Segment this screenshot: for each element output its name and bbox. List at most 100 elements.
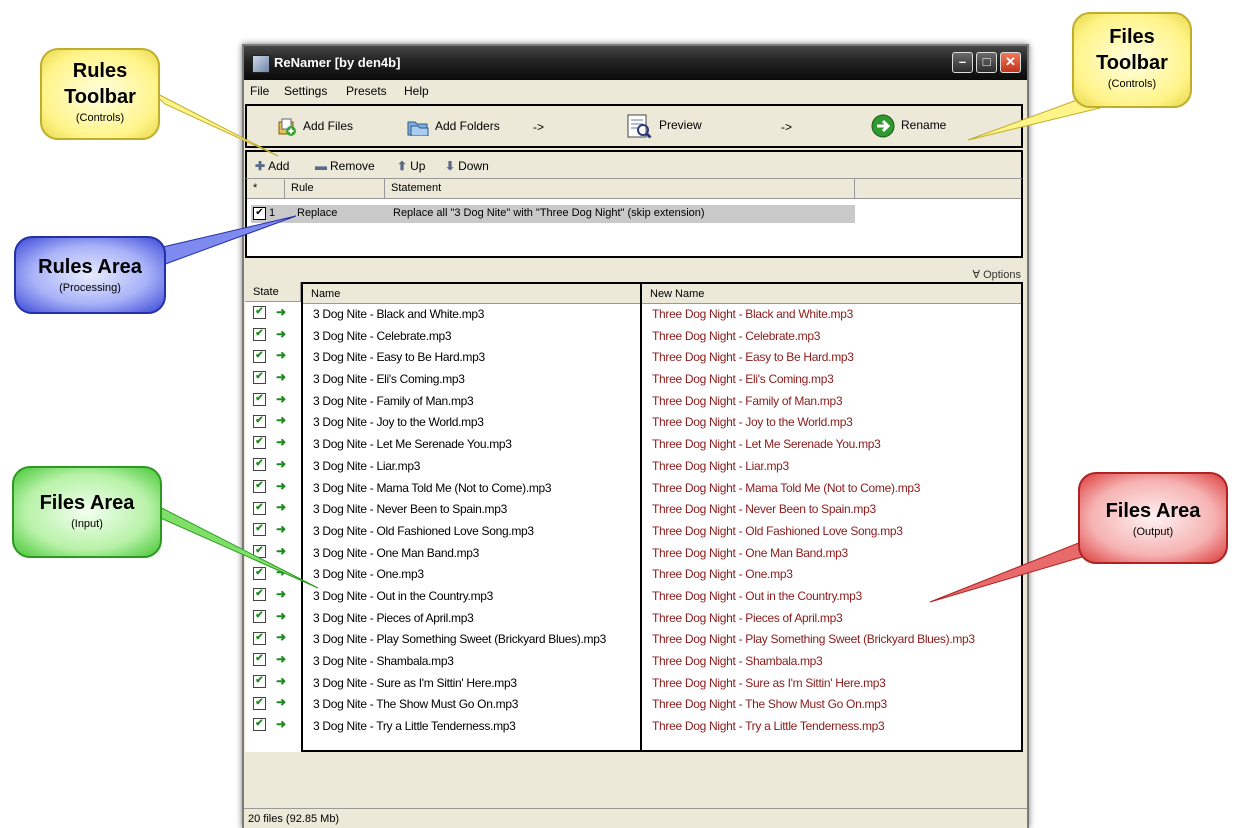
file-checkbox[interactable]: ✔ — [253, 696, 266, 710]
file-new-name-cell[interactable]: Three Dog Night - Black and White.mp3 — [642, 304, 1021, 326]
file-checkbox[interactable]: ✔ — [253, 393, 266, 407]
file-name-cell[interactable]: 3 Dog Nite - Easy to Be Hard.mp3 — [303, 347, 640, 369]
file-checkbox[interactable]: ✔ — [253, 588, 266, 602]
file-name-cell[interactable]: 3 Dog Nite - One.mp3 — [303, 564, 640, 586]
files-header-state[interactable]: State — [245, 282, 301, 302]
file-state[interactable]: ✔ ➜ — [245, 714, 301, 736]
file-new-name-cell[interactable]: Three Dog Night - Joy to the World.mp3 — [642, 412, 1021, 434]
file-state[interactable]: ✔ ➜ — [245, 389, 301, 411]
add-folders-button[interactable]: Add Folders — [407, 118, 500, 136]
file-new-name-cell[interactable]: Three Dog Night - Sure as I'm Sittin' He… — [642, 673, 1021, 695]
maximize-button[interactable]: □ — [976, 52, 997, 73]
file-name-cell[interactable]: 3 Dog Nite - The Show Must Go On.mp3 — [303, 694, 640, 716]
preview-button[interactable]: Preview — [625, 112, 702, 140]
file-checkbox[interactable]: ✔ — [253, 544, 266, 558]
files-header-name[interactable]: Name — [303, 284, 640, 304]
add-files-button[interactable]: Add Files — [277, 118, 353, 136]
file-state[interactable]: ✔ ➜ — [245, 454, 301, 476]
close-button[interactable]: ✕ — [1000, 52, 1021, 73]
file-new-name-cell[interactable]: Three Dog Night - Liar.mp3 — [642, 456, 1021, 478]
file-new-name-cell[interactable]: Three Dog Night - Try a Little Tendernes… — [642, 716, 1021, 738]
file-name-cell[interactable]: 3 Dog Nite - One Man Band.mp3 — [303, 543, 640, 565]
minimize-button[interactable]: – — [952, 52, 973, 73]
file-state[interactable]: ✔ ➜ — [245, 367, 301, 389]
file-state[interactable]: ✔ ➜ — [245, 302, 301, 324]
file-name-cell[interactable]: 3 Dog Nite - Sure as I'm Sittin' Here.mp… — [303, 673, 640, 695]
file-state[interactable]: ✔ ➜ — [245, 692, 301, 714]
file-state[interactable]: ✔ ➜ — [245, 562, 301, 584]
file-new-name-cell[interactable]: Three Dog Night - Old Fashioned Love Son… — [642, 521, 1021, 543]
file-state[interactable]: ✔ ➜ — [245, 432, 301, 454]
file-checkbox[interactable]: ✔ — [253, 631, 266, 645]
file-checkbox[interactable]: ✔ — [253, 371, 266, 385]
file-new-name-cell[interactable]: Three Dog Night - Pieces of April.mp3 — [642, 608, 1021, 630]
rename-button[interactable]: Rename — [871, 114, 946, 138]
file-name-cell[interactable]: 3 Dog Nite - Old Fashioned Love Song.mp3 — [303, 521, 640, 543]
file-state[interactable]: ✔ ➜ — [245, 324, 301, 346]
rules-header-statement[interactable]: Statement — [385, 179, 855, 199]
file-state[interactable]: ✔ ➜ — [245, 345, 301, 367]
file-name-cell[interactable]: 3 Dog Nite - Liar.mp3 — [303, 456, 640, 478]
file-name-cell[interactable]: 3 Dog Nite - Shambala.mp3 — [303, 651, 640, 673]
file-new-name-cell[interactable]: Three Dog Night - Mama Told Me (Not to C… — [642, 478, 1021, 500]
file-checkbox[interactable]: ✔ — [253, 653, 266, 667]
file-name-cell[interactable]: 3 Dog Nite - Let Me Serenade You.mp3 — [303, 434, 640, 456]
file-name-cell[interactable]: 3 Dog Nite - Try a Little Tenderness.mp3 — [303, 716, 640, 738]
file-state[interactable]: ✔ ➜ — [245, 627, 301, 649]
file-new-name-cell[interactable]: Three Dog Night - One.mp3 — [642, 564, 1021, 586]
file-new-name-cell[interactable]: Three Dog Night - Celebrate.mp3 — [642, 326, 1021, 348]
file-state[interactable]: ✔ ➜ — [245, 649, 301, 671]
move-up-button[interactable]: ⬆ Up — [397, 159, 425, 173]
file-name-cell[interactable]: 3 Dog Nite - Never Been to Spain.mp3 — [303, 499, 640, 521]
file-name-cell[interactable]: 3 Dog Nite - Pieces of April.mp3 — [303, 608, 640, 630]
file-checkbox[interactable]: ✔ — [253, 675, 266, 689]
file-checkbox[interactable]: ✔ — [253, 609, 266, 623]
file-name-cell[interactable]: 3 Dog Nite - Eli's Coming.mp3 — [303, 369, 640, 391]
file-state[interactable]: ✔ ➜ — [245, 476, 301, 498]
file-new-name-cell[interactable]: Three Dog Night - Easy to Be Hard.mp3 — [642, 347, 1021, 369]
file-checkbox[interactable]: ✔ — [253, 414, 266, 428]
splitter-bar[interactable]: ∀ Options — [244, 258, 1027, 282]
add-rule-button[interactable]: ✚ Add — [255, 159, 289, 173]
rule-enabled-checkbox[interactable]: ✔ — [253, 207, 266, 220]
file-new-name-cell[interactable]: Three Dog Night - Out in the Country.mp3 — [642, 586, 1021, 608]
file-checkbox[interactable]: ✔ — [253, 479, 266, 493]
move-down-button[interactable]: ⬇ Down — [445, 159, 489, 173]
files-header-new-name[interactable]: New Name — [642, 284, 1021, 304]
file-checkbox[interactable]: ✔ — [253, 566, 266, 580]
file-checkbox[interactable]: ✔ — [253, 306, 266, 320]
file-name-cell[interactable]: 3 Dog Nite - Play Something Sweet (Brick… — [303, 629, 640, 651]
file-new-name-cell[interactable]: Three Dog Night - The Show Must Go On.mp… — [642, 694, 1021, 716]
file-new-name-cell[interactable]: Three Dog Night - Never Been to Spain.mp… — [642, 499, 1021, 521]
file-new-name-cell[interactable]: Three Dog Night - Play Something Sweet (… — [642, 629, 1021, 651]
menu-settings[interactable]: Settings — [284, 84, 327, 98]
file-checkbox[interactable]: ✔ — [253, 718, 266, 732]
file-name-cell[interactable]: 3 Dog Nite - Out in the Country.mp3 — [303, 586, 640, 608]
rule-row[interactable]: ✔ 1 Replace Replace all "3 Dog Nite" wit… — [251, 205, 855, 223]
file-new-name-cell[interactable]: Three Dog Night - Shambala.mp3 — [642, 651, 1021, 673]
file-state[interactable]: ✔ ➜ — [245, 541, 301, 563]
file-state[interactable]: ✔ ➜ — [245, 519, 301, 541]
rules-header-rule[interactable]: Rule — [285, 179, 385, 199]
remove-rule-button[interactable]: ▬ Remove — [315, 159, 375, 173]
file-state[interactable]: ✔ ➜ — [245, 606, 301, 628]
file-checkbox[interactable]: ✔ — [253, 349, 266, 363]
file-name-cell[interactable]: 3 Dog Nite - Mama Told Me (Not to Come).… — [303, 478, 640, 500]
file-name-cell[interactable]: 3 Dog Nite - Celebrate.mp3 — [303, 326, 640, 348]
file-name-cell[interactable]: 3 Dog Nite - Joy to the World.mp3 — [303, 412, 640, 434]
menu-presets[interactable]: Presets — [346, 84, 387, 98]
file-state[interactable]: ✔ ➜ — [245, 671, 301, 693]
menu-help[interactable]: Help — [404, 84, 429, 98]
file-new-name-cell[interactable]: Three Dog Night - Eli's Coming.mp3 — [642, 369, 1021, 391]
menu-file[interactable]: File — [250, 84, 269, 98]
file-new-name-cell[interactable]: Three Dog Night - One Man Band.mp3 — [642, 543, 1021, 565]
file-checkbox[interactable]: ✔ — [253, 523, 266, 537]
file-new-name-cell[interactable]: Three Dog Night - Family of Man.mp3 — [642, 391, 1021, 413]
file-state[interactable]: ✔ ➜ — [245, 497, 301, 519]
title-bar[interactable]: ReNamer [by den4b] – □ ✕ — [244, 46, 1027, 80]
file-state[interactable]: ✔ ➜ — [245, 584, 301, 606]
file-name-cell[interactable]: 3 Dog Nite - Black and White.mp3 — [303, 304, 640, 326]
file-new-name-cell[interactable]: Three Dog Night - Let Me Serenade You.mp… — [642, 434, 1021, 456]
file-checkbox[interactable]: ✔ — [253, 458, 266, 472]
file-checkbox[interactable]: ✔ — [253, 328, 266, 342]
